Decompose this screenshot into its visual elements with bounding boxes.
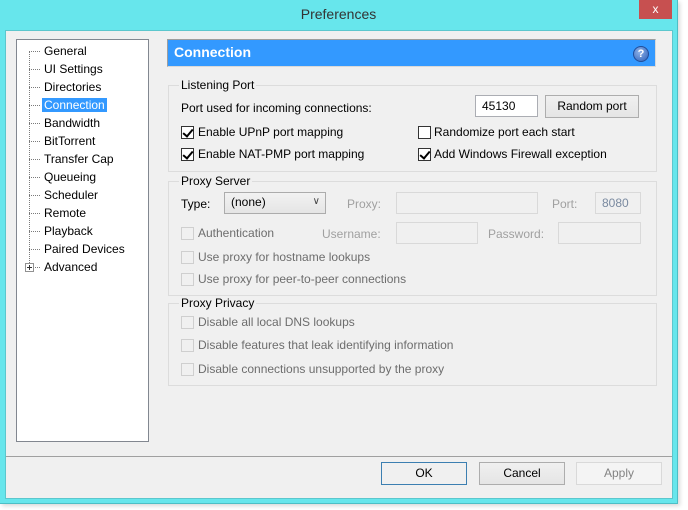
- port-input[interactable]: [475, 95, 538, 117]
- tree-item-label: General: [44, 44, 87, 58]
- proxy-port-input[interactable]: [595, 192, 641, 214]
- tree-connector: [29, 177, 40, 179]
- proxy-type-label: Type:: [181, 197, 211, 211]
- tree-item-connection[interactable]: Connection: [29, 97, 107, 114]
- tree-item-label: Bandwidth: [44, 116, 101, 130]
- category-tree[interactable]: General UI Settings Directories Connecti…: [16, 39, 149, 442]
- natpmp-label: Enable NAT-PMP port mapping: [198, 147, 365, 161]
- tree-connector: [29, 105, 40, 107]
- hostname-lookups-checkbox[interactable]: [181, 251, 194, 264]
- tree-item-directories[interactable]: Directories: [29, 79, 103, 96]
- hostname-lookups-label: Use proxy for hostname lookups: [198, 250, 371, 264]
- tree-item-label: Scheduler: [44, 188, 99, 202]
- tree-connector: [29, 51, 40, 53]
- tree-item-label: Paired Devices: [44, 242, 125, 256]
- dialog-client: General UI Settings Directories Connecti…: [5, 30, 673, 499]
- upnp-checkbox[interactable]: [181, 126, 194, 139]
- cancel-button[interactable]: Cancel: [479, 462, 565, 485]
- tree-item-label: Remote: [44, 206, 87, 220]
- tree-item-general[interactable]: General: [29, 43, 89, 60]
- randomize-port-label: Randomize port each start: [434, 125, 575, 139]
- tree-item-playback[interactable]: Playback: [29, 223, 95, 240]
- listening-port-group: Listening Port Port used for incoming co…: [168, 78, 657, 172]
- chevron-down-icon: ∨: [312, 196, 320, 207]
- proxy-privacy-group: Proxy Privacy Disable all local DNS look…: [168, 296, 657, 386]
- password-label: Password:: [488, 227, 545, 241]
- firewall-label: Add Windows Firewall exception: [434, 147, 607, 161]
- tree-connector: [29, 123, 40, 125]
- natpmp-checkbox[interactable]: [181, 148, 194, 161]
- tree-connector: [29, 159, 40, 161]
- disable-dns-checkbox[interactable]: [181, 316, 194, 329]
- title-bar[interactable]: Preferences x: [0, 0, 677, 30]
- tree-connector: [29, 231, 40, 233]
- tree-item-scheduler[interactable]: Scheduler: [29, 187, 100, 204]
- tree-connector: [29, 87, 40, 89]
- disable-leak-label: Disable features that leak identifying i…: [198, 338, 454, 352]
- tree-item-paired-devices[interactable]: Paired Devices: [29, 241, 127, 258]
- tree-item-ui-settings[interactable]: UI Settings: [29, 61, 105, 78]
- password-input[interactable]: [558, 222, 641, 244]
- username-label: Username:: [322, 227, 381, 241]
- window-title: Preferences: [300, 6, 377, 22]
- tree-item-label: UI Settings: [44, 62, 103, 76]
- firewall-checkbox[interactable]: [418, 148, 431, 161]
- upnp-label: Enable UPnP port mapping: [198, 125, 344, 139]
- footer-separator: [6, 456, 672, 457]
- proxy-type-value: (none): [231, 195, 266, 209]
- proxy-address-label: Proxy:: [347, 197, 382, 211]
- close-button[interactable]: x: [639, 0, 672, 19]
- disable-unsupported-checkbox[interactable]: [181, 363, 194, 376]
- disable-dns-label: Disable all local DNS lookups: [198, 315, 355, 329]
- tree-item-label: Directories: [44, 80, 102, 94]
- p2p-proxy-checkbox[interactable]: [181, 273, 194, 286]
- tree-item-label: Queueing: [44, 170, 97, 184]
- authentication-label: Authentication: [198, 226, 275, 240]
- tree-connector: [29, 69, 40, 71]
- tree-item-bittorrent[interactable]: BitTorrent: [29, 133, 97, 150]
- tree-connector: [29, 249, 40, 251]
- proxy-type-select[interactable]: (none) ∨: [224, 192, 326, 214]
- ok-button[interactable]: OK: [381, 462, 467, 485]
- authentication-checkbox[interactable]: [181, 227, 194, 240]
- tree-item-queueing[interactable]: Queueing: [29, 169, 98, 186]
- group-label: Proxy Privacy: [179, 296, 257, 310]
- username-input[interactable]: [396, 222, 478, 244]
- group-label: Listening Port: [179, 78, 257, 92]
- help-icon[interactable]: ?: [633, 46, 649, 62]
- proxy-address-input[interactable]: [396, 192, 538, 214]
- p2p-proxy-label: Use proxy for peer-to-peer connections: [198, 272, 407, 286]
- group-label: Proxy Server: [179, 174, 253, 188]
- tree-item-remote[interactable]: Remote: [29, 205, 88, 222]
- tree-item-label: Advanced: [44, 260, 98, 274]
- tree-connector: [29, 195, 40, 197]
- tree-item-bandwidth[interactable]: Bandwidth: [29, 115, 102, 132]
- tree-item-advanced[interactable]: Advanced: [25, 259, 99, 276]
- tree-item-label: Connection: [42, 98, 107, 112]
- section-title: Connection: [174, 44, 251, 60]
- close-icon: x: [652, 2, 659, 16]
- randomize-port-checkbox[interactable]: [418, 126, 431, 139]
- disable-unsupported-label: Disable connections unsupported by the p…: [198, 362, 445, 376]
- tree-connector: [29, 141, 40, 143]
- disable-leak-checkbox[interactable]: [181, 339, 194, 352]
- proxy-server-group: Proxy Server Type: (none) ∨ Proxy: Port:…: [168, 174, 657, 296]
- section-header: Connection ?: [167, 39, 656, 67]
- apply-button[interactable]: Apply: [576, 462, 662, 485]
- random-port-button[interactable]: Random port: [545, 95, 639, 118]
- tree-item-transfer-cap[interactable]: Transfer Cap: [29, 151, 116, 168]
- expand-plus-icon[interactable]: [25, 263, 34, 272]
- port-label: Port used for incoming connections:: [181, 101, 372, 115]
- tree-item-label: Playback: [44, 224, 93, 238]
- tree-connector: [29, 213, 40, 215]
- tree-item-label: Transfer Cap: [44, 152, 114, 166]
- proxy-port-label: Port:: [552, 197, 578, 211]
- tree-item-label: BitTorrent: [44, 134, 96, 148]
- preferences-window: Preferences x General UI Settings Direct…: [0, 0, 678, 504]
